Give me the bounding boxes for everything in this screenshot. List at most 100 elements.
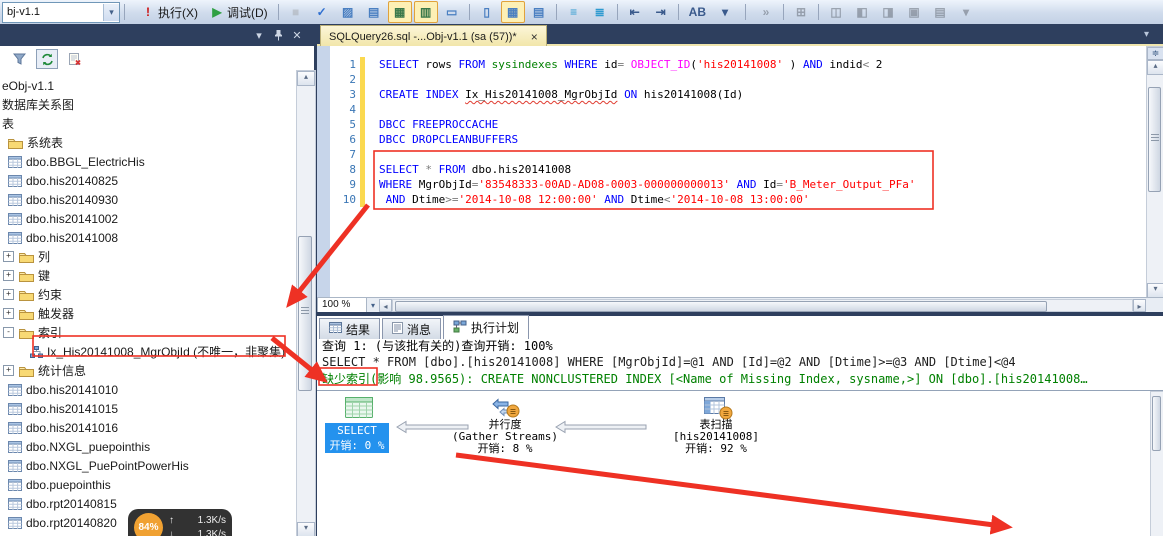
disconnect-icon[interactable] (64, 49, 86, 69)
line-number: 6 (330, 132, 356, 147)
code-line: WHERE MgrObjId='83548333-00AD-AD08-0003-… (379, 177, 915, 192)
available-databases-combobox[interactable]: bj-v1.1 ▾ (2, 2, 120, 23)
verify-sql-button-icon: ▤ (933, 5, 947, 19)
tree-item[interactable]: 数据库关系图 (0, 95, 296, 114)
tree-item[interactable]: dbo.NXGL_puepointhis (0, 437, 296, 456)
collapse-icon[interactable]: - (3, 327, 14, 338)
tree-item[interactable]: 系统表 (0, 133, 296, 152)
expand-icon[interactable]: + (3, 270, 14, 281)
table-icon (8, 194, 22, 206)
filter-icon[interactable] (8, 49, 30, 69)
results-scrollbar-thumb[interactable] (1152, 396, 1161, 451)
increase-indent-button[interactable]: ⇥ (649, 1, 673, 23)
table-icon (8, 213, 22, 225)
tree-item[interactable]: +列 (0, 247, 296, 266)
tree-item[interactable]: dbo.his20141002 (0, 209, 296, 228)
explorer-scrollbar-thumb[interactable] (298, 236, 312, 391)
table-icon (8, 422, 22, 434)
toolbar-separator (678, 4, 679, 20)
tree-item[interactable]: -索引 (0, 323, 296, 342)
tree-item[interactable]: dbo.puepointhis (0, 475, 296, 494)
tab-execution-plan[interactable]: 执行计划 (443, 315, 529, 339)
debug-button[interactable]: ▶调试(D) (205, 1, 273, 23)
network-monitor-overlay[interactable]: 84% ↑1.3K/s ↓1.3K/s (128, 509, 232, 536)
combo-dropdown-icon[interactable]: ▾ (103, 4, 119, 21)
tree-item[interactable]: dbo.NXGL_PuePointPowerHis (0, 456, 296, 475)
results-to-text-button[interactable]: ▯ (475, 1, 499, 23)
tree-item[interactable]: +触发器 (0, 304, 296, 323)
editor-vscrollbar[interactable]: ≑ ▴ ▾ (1146, 46, 1163, 299)
tab-close-icon[interactable]: × (531, 30, 538, 44)
tab-results[interactable]: 结果 (319, 318, 380, 339)
tab-messages[interactable]: 消息 (382, 318, 441, 339)
tree-item[interactable]: +约束 (0, 285, 296, 304)
folder-icon (19, 289, 34, 301)
results-to-grid-button[interactable]: ▦ (501, 1, 525, 23)
toolbar-separator (278, 4, 279, 20)
editor-toolbar-overflow[interactable]: ▾ (713, 1, 737, 23)
query-statement-line[interactable]: SELECT * FROM [dbo].[his20141008] WHERE … (322, 355, 1088, 371)
tree-item[interactable]: dbo.his20140825 (0, 171, 296, 190)
close-icon[interactable]: ✕ (290, 29, 304, 43)
folder-icon (8, 137, 23, 149)
tree-item-label: dbo.NXGL_puepointhis (26, 440, 150, 454)
code-area[interactable]: SELECT rows FROM sysindexes WHERE id= OB… (367, 57, 915, 207)
execute-button-icon: ! (141, 5, 155, 19)
window-menu-chevron-icon[interactable]: ▾ (252, 29, 266, 43)
plan-node-select[interactable]: SELECT 开销: 0 % (325, 423, 389, 453)
line-number: 5 (330, 117, 356, 132)
decrease-indent-button[interactable]: ⇤ (623, 1, 647, 23)
tree-item[interactable]: dbo.BBGL_ElectricHis (0, 152, 296, 171)
tree-item[interactable]: +统计信息 (0, 361, 296, 380)
explorer-scrollbar[interactable]: ▴ ▾ (296, 70, 316, 536)
plan-select-result-icon[interactable] (344, 396, 374, 422)
tab-list-chevron-icon[interactable]: ▾ (1144, 29, 1149, 40)
editor-zoom-control[interactable]: 100 % (317, 297, 367, 312)
scroll-up-icon[interactable]: ▴ (1147, 60, 1163, 75)
tree-item[interactable]: +键 (0, 266, 296, 285)
results-scrollbar[interactable] (1150, 391, 1163, 536)
specify-template-values-button[interactable]: ▨ (336, 1, 360, 23)
include-actual-execution-plan-button[interactable]: ▦ (388, 1, 412, 23)
expand-icon[interactable]: + (3, 289, 14, 300)
tree-item[interactable]: Ix_His20141008_MgrObjId (不唯一，非聚集) (0, 342, 296, 361)
tree-item[interactable]: dbo.his20141008 (0, 228, 296, 247)
editor-scrollbar-thumb[interactable] (1148, 87, 1161, 192)
expand-icon[interactable]: + (3, 308, 14, 319)
tree-item[interactable]: dbo.his20140930 (0, 190, 296, 209)
expand-icon[interactable]: + (3, 251, 14, 262)
editor-hscrollbar[interactable] (392, 299, 1133, 312)
analyze-in-tuning-advisor-button[interactable]: ▤ (362, 1, 386, 23)
tree-item[interactable]: dbo.his20141010 (0, 380, 296, 399)
results-to-text-button-icon: ▯ (480, 5, 494, 19)
tree-item[interactable]: eObj-v1.1 (0, 76, 296, 95)
document-tab[interactable]: SQLQuery26.sql -...Obj-v1.1 (sa (57))* × (320, 25, 547, 47)
sql-editor[interactable]: 12345678910 SELECT rows FROM sysindexes … (317, 46, 1163, 312)
expand-icon[interactable]: + (3, 365, 14, 376)
template-parameters-button[interactable]: AB (684, 1, 711, 23)
parse-button[interactable]: ✓ (310, 1, 334, 23)
comment-lines-button[interactable]: ≡ (562, 1, 586, 23)
scroll-down-icon[interactable]: ▾ (297, 522, 315, 536)
include-client-statistics-button[interactable]: ▥ (414, 1, 438, 23)
refresh-icon[interactable] (36, 49, 58, 69)
uncomment-lines-button[interactable]: ≣ (588, 1, 612, 23)
results-to-file-button[interactable]: ▤ (527, 1, 551, 23)
tree-item-label: dbo.his20141002 (26, 212, 118, 226)
tree-item[interactable]: dbo.his20141015 (0, 399, 296, 418)
scroll-right-icon[interactable]: ▸ (1133, 299, 1146, 312)
zoom-dropdown-icon[interactable]: ▾ (367, 301, 379, 310)
tree-item[interactable]: 表 (0, 114, 296, 133)
split-window-handle[interactable]: ≑ (1147, 47, 1163, 60)
execute-button[interactable]: !执行(X) (136, 1, 203, 23)
scroll-down-icon[interactable]: ▾ (1147, 283, 1163, 298)
editor-hscrollbar-thumb[interactable] (395, 301, 1047, 312)
scroll-up-icon[interactable]: ▴ (297, 71, 315, 86)
tree-item-label: 列 (38, 248, 50, 265)
query-options-button[interactable]: ▭ (440, 1, 464, 23)
tree-item[interactable]: dbo.his20141016 (0, 418, 296, 437)
scroll-left-icon[interactable]: ◂ (379, 299, 392, 312)
auto-hide-pin-icon[interactable] (271, 29, 285, 43)
line-number-gutter: 12345678910 (330, 57, 356, 207)
missing-index-line[interactable]: 缺少索引(影响 98.9565): CREATE NONCLUSTERED IN… (322, 372, 1088, 388)
